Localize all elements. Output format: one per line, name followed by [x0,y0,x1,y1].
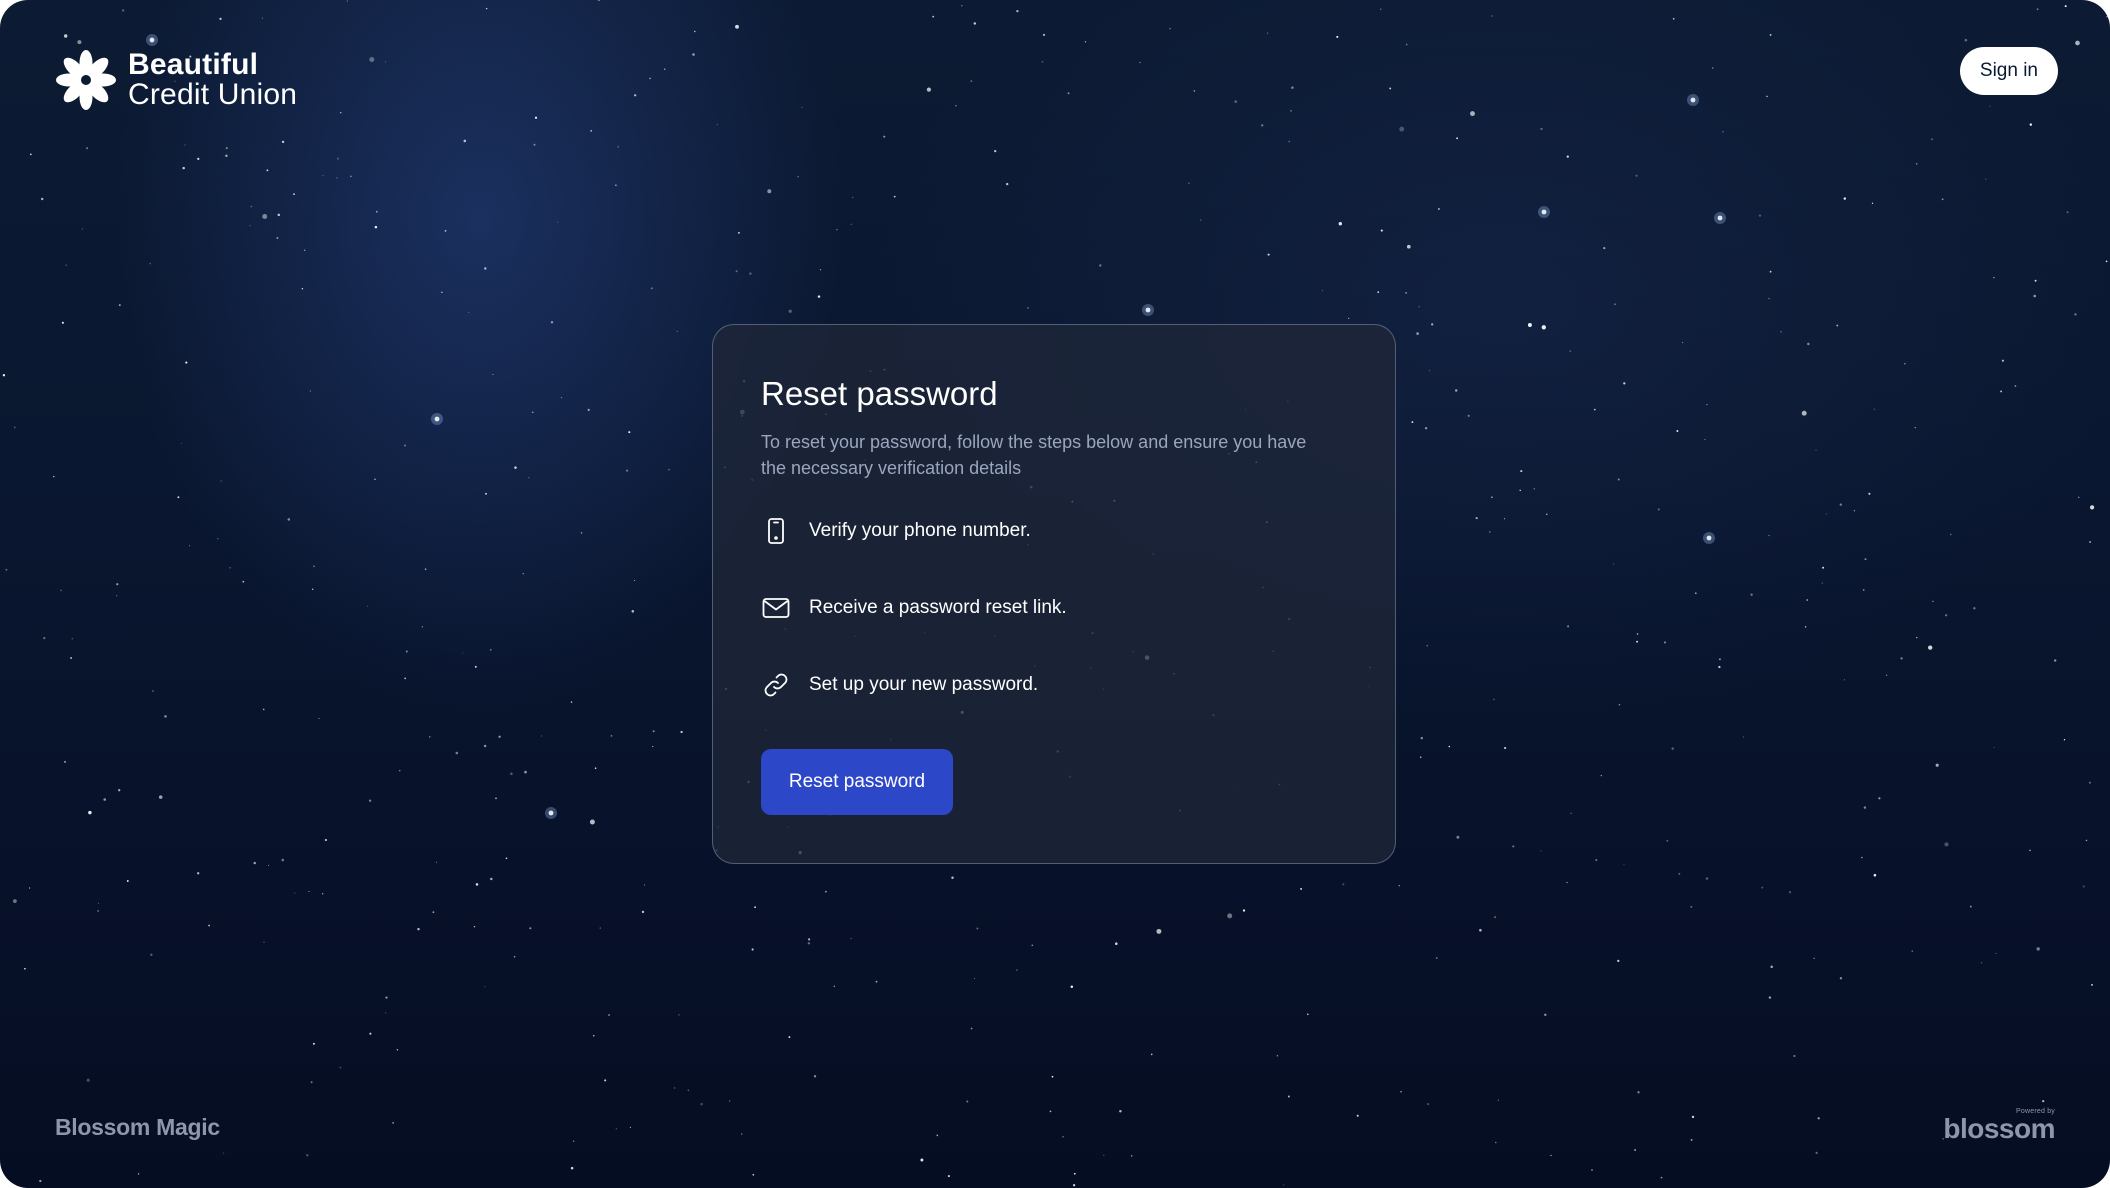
step-label: Receive a password reset link. [809,597,1067,618]
card-title: Reset password [761,375,998,412]
page-background: Beautiful Credit Union Sign in Reset pas… [0,0,2110,1188]
footer-blossom-magic: Blossom Magic [55,1114,220,1140]
step-new-password: Set up your new password. [761,669,1347,701]
sign-in-button[interactable]: Sign in [1959,47,2058,95]
brand-logo[interactable]: Beautiful Credit Union [54,48,297,112]
brand-name-line2: Credit Union [128,78,298,111]
mail-icon [761,593,791,623]
flower-logo-icon [56,50,116,110]
brand-name-line1: Beautiful [128,48,259,81]
step-label: Verify your phone number. [809,520,1031,541]
phone-icon [761,516,791,546]
blossom-brand-logo: blossom [1943,1113,2055,1144]
card-description: To reset your password, follow the steps… [761,432,1307,478]
link-icon [761,670,791,700]
reset-password-button[interactable]: Reset password [761,749,953,815]
reset-password-card: Reset password To reset your password, f… [712,324,1396,864]
step-verify-phone: Verify your phone number. [761,515,1347,547]
footer-powered-by: Powered by blossom [1943,1108,2055,1143]
steps-list: Verify your phone number. Receive a pass… [761,515,1347,701]
step-receive-link: Receive a password reset link. [761,592,1347,624]
brand-name: Beautiful Credit Union [128,50,297,110]
step-label: Set up your new password. [809,674,1039,695]
